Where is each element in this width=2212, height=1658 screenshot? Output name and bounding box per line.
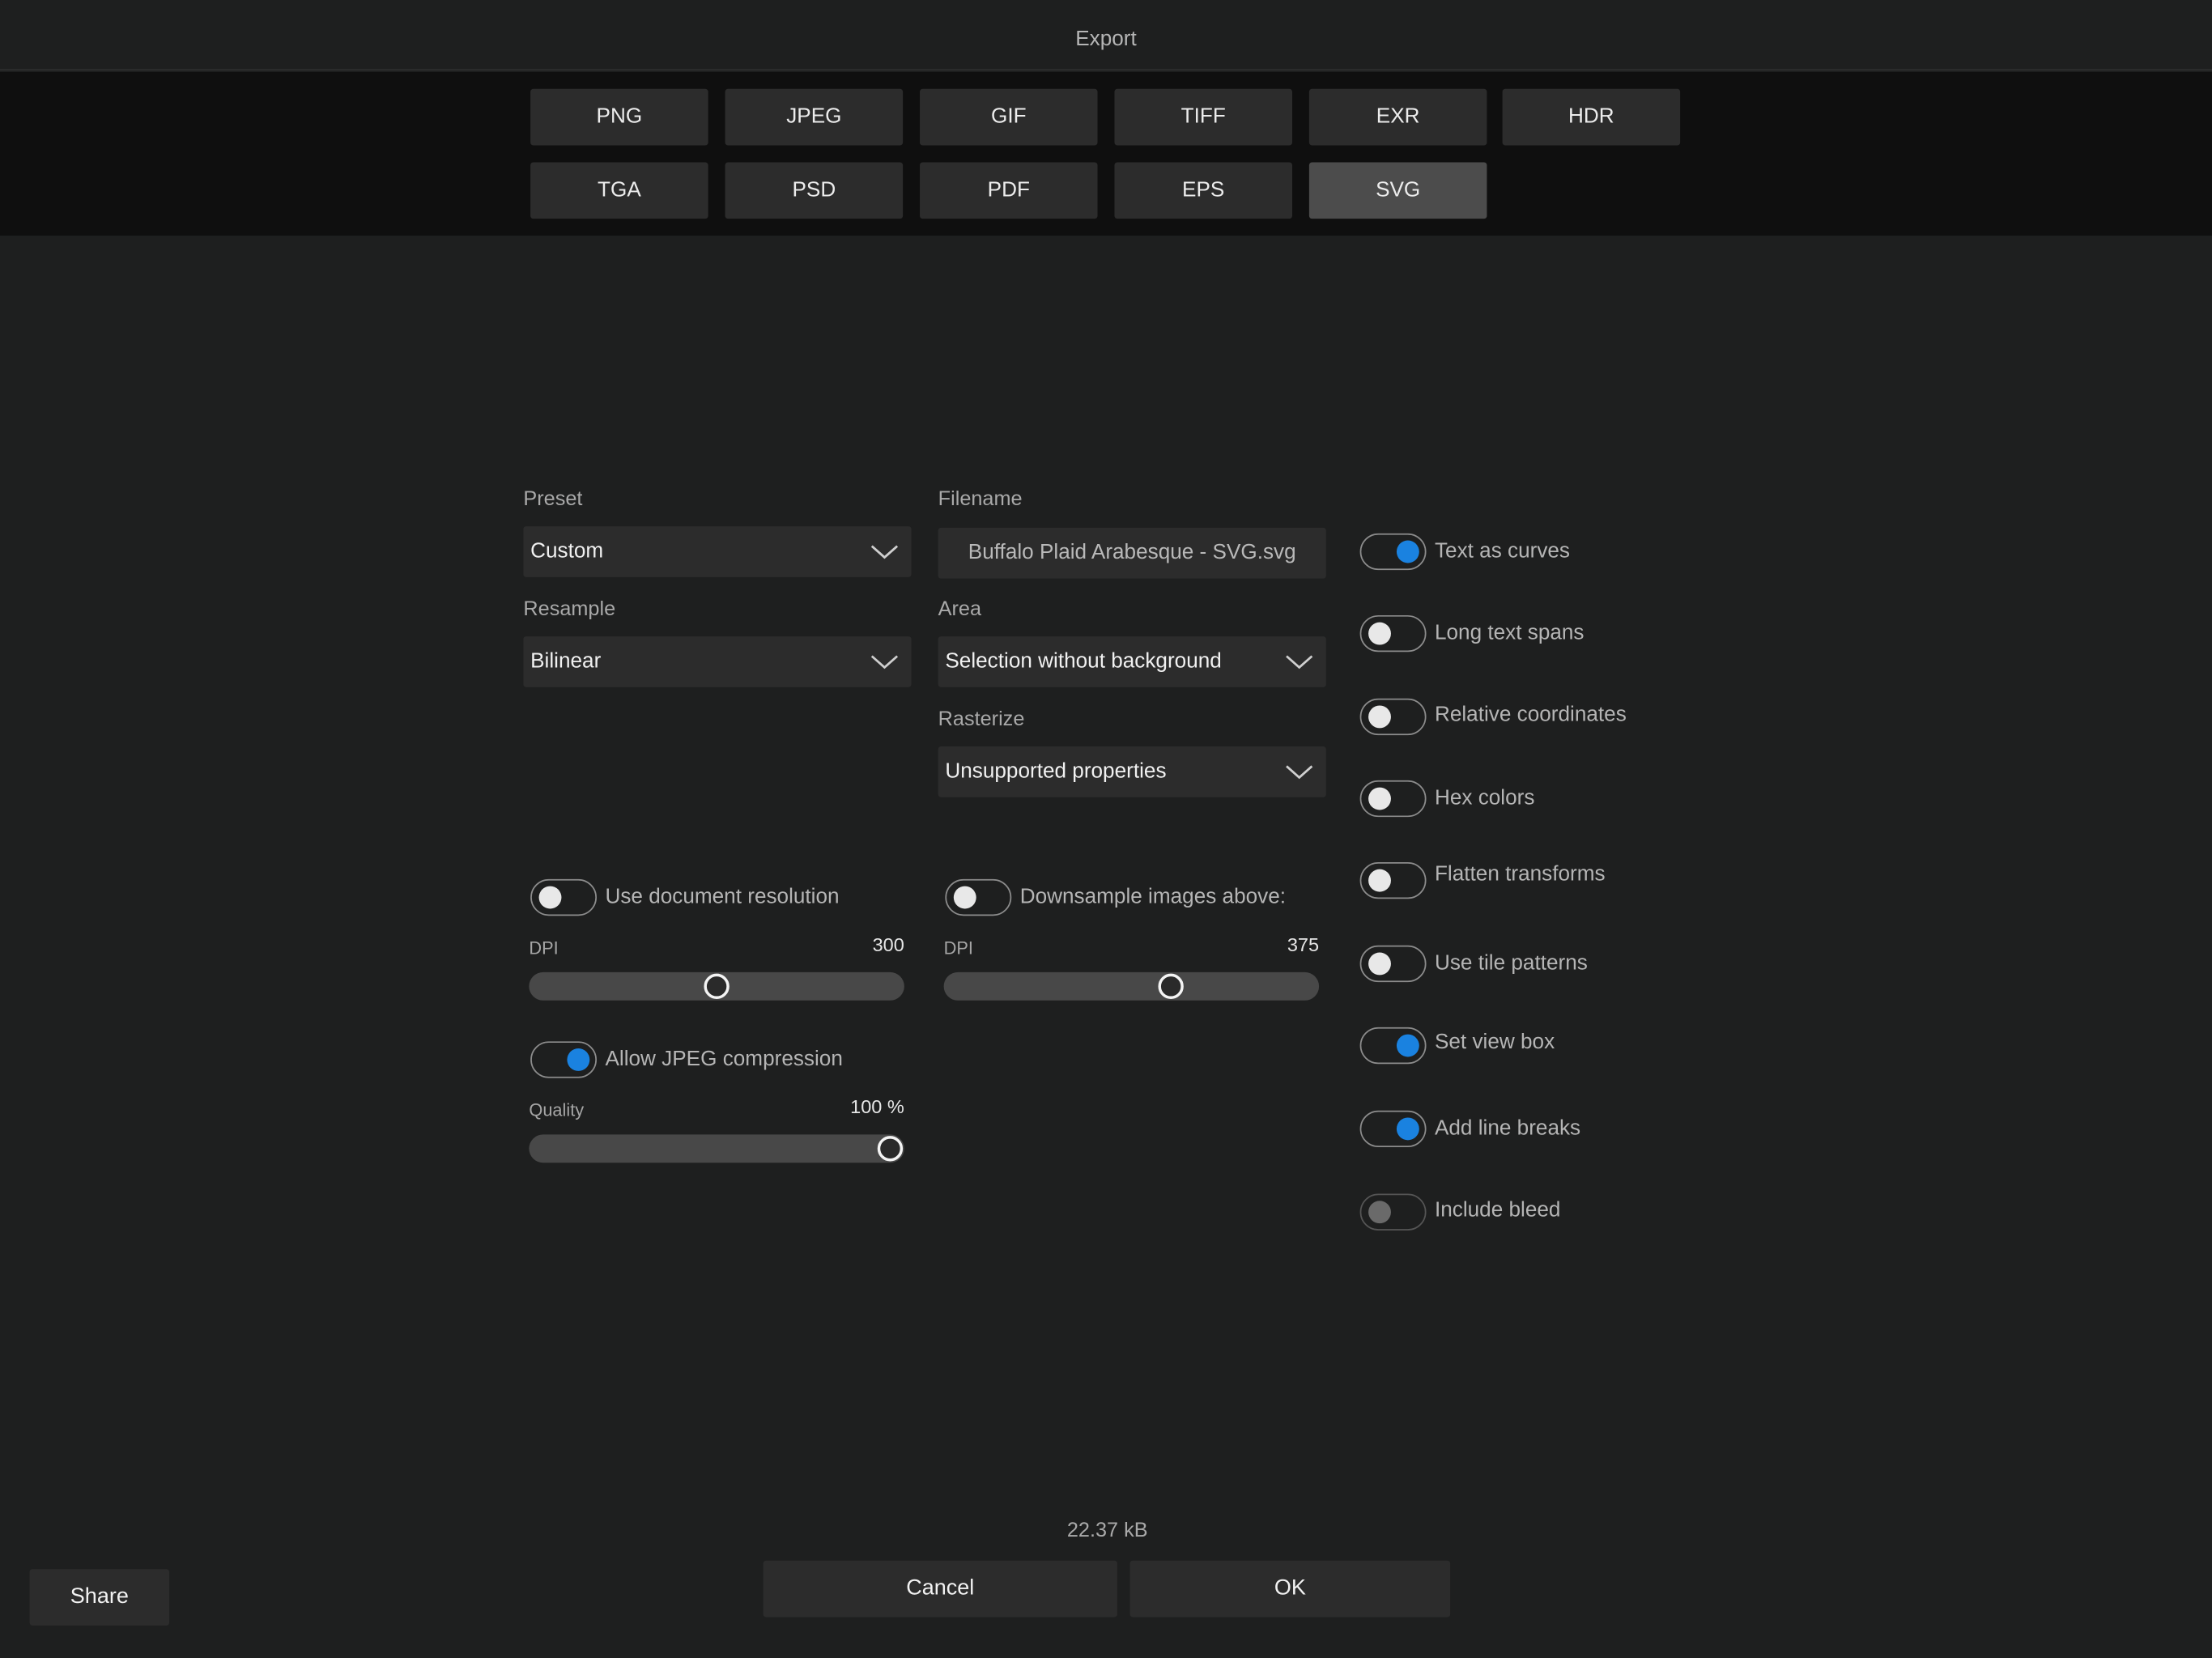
window-title: Export xyxy=(0,0,2212,71)
chevron-down-icon xyxy=(870,545,899,559)
downsample-images-label: Downsample images above: xyxy=(1019,884,1287,909)
quality-label: Quality xyxy=(529,1100,585,1120)
resample-dropdown[interactable]: Bilinear xyxy=(523,636,912,687)
downsample-dpi-label: DPI xyxy=(943,938,973,959)
chevron-down-icon xyxy=(1286,765,1313,780)
preset-value: Custom xyxy=(530,538,604,563)
long-text-spans-toggle[interactable] xyxy=(1359,614,1427,653)
use-document-resolution-label: Use document resolution xyxy=(605,884,840,909)
area-value: Selection without background xyxy=(945,648,1222,674)
preset-label: Preset xyxy=(523,488,583,511)
rasterize-label: Rasterize xyxy=(938,708,1025,731)
area-label: Area xyxy=(938,598,982,621)
format-hdr-button[interactable]: HDR xyxy=(1502,88,1681,146)
format-tiff-button[interactable]: TIFF xyxy=(1114,88,1292,146)
add-line-breaks-label: Add line breaks xyxy=(1434,1116,1581,1141)
export-dialog: Export PNG JPEG GIF TIFF EXR HDR TGA PSD… xyxy=(0,0,2212,1658)
format-eps-button[interactable]: EPS xyxy=(1114,162,1292,219)
downsample-dpi-slider-thumb[interactable] xyxy=(1158,973,1185,1000)
format-jpeg-button[interactable]: JPEG xyxy=(725,88,904,146)
chevron-down-icon xyxy=(870,655,899,670)
use-document-resolution-toggle[interactable] xyxy=(530,878,598,916)
file-size-label: 22.37 kB xyxy=(1066,1520,1148,1543)
set-view-box-label: Set view box xyxy=(1434,1030,1555,1055)
format-pdf-button[interactable]: PDF xyxy=(920,162,1098,219)
resample-value: Bilinear xyxy=(530,648,602,674)
downsample-images-toggle[interactable] xyxy=(945,878,1012,916)
include-bleed-label: Include bleed xyxy=(1434,1197,1561,1222)
hex-colors-label: Hex colors xyxy=(1434,785,1535,810)
set-view-box-toggle[interactable] xyxy=(1359,1027,1427,1065)
downsample-dpi-slider[interactable] xyxy=(943,971,1320,1001)
relative-coordinates-toggle[interactable] xyxy=(1359,698,1427,736)
allow-jpeg-compression-toggle[interactable] xyxy=(530,1041,598,1078)
preset-dropdown[interactable]: Custom xyxy=(523,526,912,577)
quality-value: 100 % xyxy=(850,1096,904,1118)
chevron-down-icon xyxy=(1286,655,1313,670)
long-text-spans-label: Long text spans xyxy=(1434,620,1585,645)
quality-slider[interactable] xyxy=(529,1134,904,1163)
filename-label: Filename xyxy=(938,488,1023,511)
ok-button[interactable]: OK xyxy=(1129,1560,1451,1618)
text-as-curves-toggle[interactable] xyxy=(1359,533,1427,571)
format-tga-button[interactable]: TGA xyxy=(530,162,708,219)
format-gif-button[interactable]: GIF xyxy=(920,88,1098,146)
resample-label: Resample xyxy=(523,598,616,621)
filename-field[interactable]: Buffalo Plaid Arabesque - SVG.svg xyxy=(938,527,1326,579)
dpi-slider[interactable] xyxy=(529,971,904,1001)
include-bleed-toggle xyxy=(1359,1193,1427,1231)
flatten-transforms-toggle[interactable] xyxy=(1359,861,1427,899)
allow-jpeg-compression-label: Allow JPEG compression xyxy=(605,1047,843,1071)
relative-coordinates-label: Relative coordinates xyxy=(1434,703,1627,727)
format-psd-button[interactable]: PSD xyxy=(725,162,904,219)
format-selector: PNG JPEG GIF TIFF EXR HDR TGA PSD PDF EP… xyxy=(0,71,2212,236)
rasterize-value: Unsupported properties xyxy=(945,759,1167,784)
use-tile-patterns-label: Use tile patterns xyxy=(1434,950,1588,976)
downsample-dpi-value: 375 xyxy=(1287,933,1320,955)
dpi-value: 300 xyxy=(872,933,904,955)
share-button[interactable]: Share xyxy=(29,1569,170,1626)
rasterize-dropdown[interactable]: Unsupported properties xyxy=(938,746,1326,797)
dpi-label: DPI xyxy=(529,938,559,959)
add-line-breaks-toggle[interactable] xyxy=(1359,1110,1427,1148)
format-png-button[interactable]: PNG xyxy=(530,88,708,146)
cancel-button[interactable]: Cancel xyxy=(763,1560,1117,1618)
text-as-curves-label: Text as curves xyxy=(1434,538,1571,563)
quality-slider-thumb[interactable] xyxy=(877,1136,904,1162)
use-tile-patterns-toggle[interactable] xyxy=(1359,945,1427,983)
format-exr-button[interactable]: EXR xyxy=(1308,88,1487,146)
dpi-slider-thumb[interactable] xyxy=(704,973,730,1000)
format-svg-button[interactable]: SVG xyxy=(1308,162,1487,219)
flatten-transforms-label: Flatten transforms xyxy=(1434,861,1606,886)
area-dropdown[interactable]: Selection without background xyxy=(938,636,1326,687)
hex-colors-toggle[interactable] xyxy=(1359,780,1427,818)
